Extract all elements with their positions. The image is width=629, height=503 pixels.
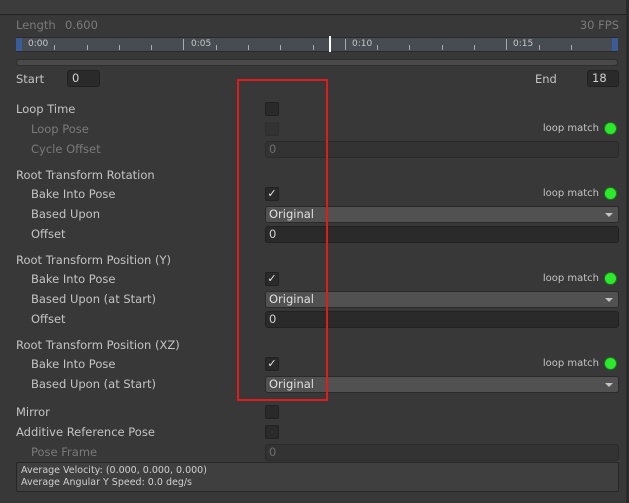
timeline-tick: [151, 45, 153, 50]
loop-pose-label: Loop Pose: [31, 122, 89, 136]
tick-label: 0:00: [28, 39, 49, 49]
timeline[interactable]: 0:00 0:05 0:10 0:15: [16, 36, 618, 52]
additive-pose-label: Additive Reference Pose: [16, 425, 155, 439]
start-handle[interactable]: [16, 38, 22, 51]
position-xz-bake-label: Bake Into Pose: [31, 357, 116, 371]
timeline-tick: [280, 45, 282, 50]
position-xz-based-upon-label: Based Upon (at Start): [31, 377, 156, 391]
timeline-tick: [215, 45, 217, 50]
timeline-tick: [248, 45, 249, 50]
timeline-tick: [86, 45, 88, 50]
end-handle[interactable]: [612, 38, 618, 51]
start-field[interactable]: 0: [67, 70, 100, 87]
position-y-offset-label: Offset: [31, 312, 66, 326]
root-position-y-title: Root Transform Position (Y): [16, 253, 171, 267]
mirror-label: Mirror: [16, 405, 50, 419]
length-label: Length: [16, 18, 56, 32]
average-velocity: Average Velocity: (0.000, 0.000, 0.000): [21, 465, 207, 476]
pose-frame-label: Pose Frame: [31, 445, 98, 459]
timeline-tick: [538, 45, 540, 50]
chevron-down-icon: [605, 213, 613, 217]
root-position-xz-title: Root Transform Position (XZ): [16, 338, 180, 352]
position-y-based-upon-label: Based Upon (at Start): [31, 292, 156, 306]
tick-label: 0:15: [513, 39, 534, 49]
loop-match-label: loop match: [542, 188, 599, 199]
playhead[interactable]: [328, 36, 331, 52]
loop-match-label: loop match: [542, 358, 599, 369]
timeline-tick: [118, 45, 120, 50]
fps-label: 30 FPS: [579, 18, 619, 32]
tick-label: 0:10: [352, 39, 373, 49]
rotation-based-upon-label: Based Upon: [31, 207, 100, 221]
additive-pose-checkbox[interactable]: [265, 425, 279, 439]
chevron-down-icon: [605, 298, 613, 302]
top-bar: [0, 0, 629, 15]
timeline-scrollbar[interactable]: [16, 59, 618, 66]
timeline-tick: [377, 45, 379, 50]
timeline-tick: [441, 45, 443, 50]
length-value: 0.600: [65, 18, 98, 32]
loop-match-label: loop match: [542, 123, 599, 134]
average-angular-speed: Average Angular Y Speed: 0.0 deg/s: [21, 477, 192, 488]
motion-info-box: Average Velocity: (0.000, 0.000, 0.000) …: [16, 462, 619, 492]
start-label: Start: [16, 72, 45, 86]
pose-frame-field[interactable]: 0: [265, 444, 619, 461]
loop-time-label: Loop Time: [16, 102, 76, 116]
timeline-tick: [409, 45, 411, 50]
loop-match-label: loop match: [542, 273, 599, 284]
chevron-down-icon: [605, 383, 613, 387]
timeline-tick: [506, 39, 508, 50]
loop-match-indicator-icon: [604, 272, 617, 285]
timeline-tick: [344, 39, 346, 50]
timeline-tick: [312, 45, 314, 50]
timeline-tick: [54, 45, 56, 50]
loop-match-indicator-icon: [604, 357, 617, 370]
timeline-tick: [570, 45, 572, 50]
end-field[interactable]: 18: [587, 70, 619, 87]
loop-match-indicator-icon: [604, 122, 617, 135]
position-y-bake-label: Bake Into Pose: [31, 272, 116, 286]
cycle-offset-label: Cycle Offset: [31, 142, 101, 156]
loop-match-indicator-icon: [604, 187, 617, 200]
root-rotation-title: Root Transform Rotation: [16, 168, 155, 182]
mirror-checkbox[interactable]: [265, 405, 279, 419]
highlight-box: [237, 79, 328, 401]
tick-label: 0:05: [191, 39, 212, 49]
end-label: End: [535, 72, 557, 86]
rotation-offset-label: Offset: [31, 227, 66, 241]
rotation-bake-label: Bake Into Pose: [31, 187, 116, 201]
timeline-tick: [474, 45, 475, 50]
timeline-tick: [183, 39, 185, 50]
